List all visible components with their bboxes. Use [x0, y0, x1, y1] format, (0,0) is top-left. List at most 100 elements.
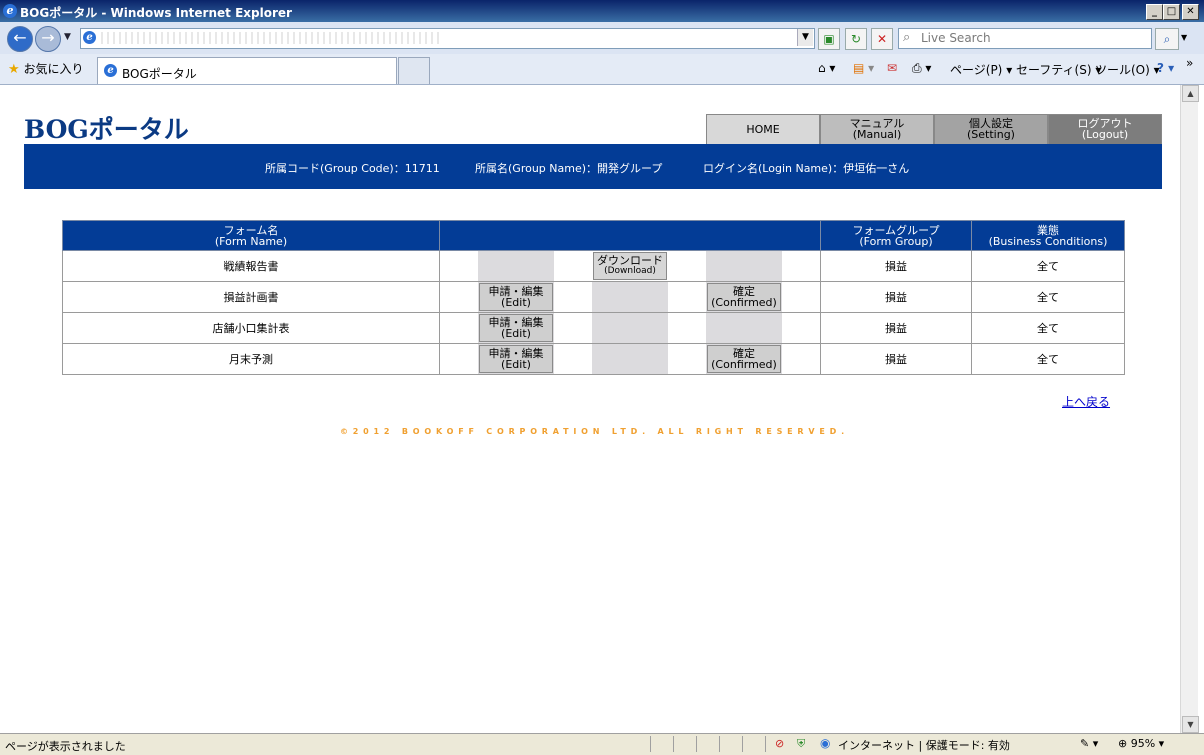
nav-setting[interactable]: 個人設定 (Setting) — [934, 114, 1048, 146]
nav-manual-sublabel: (Manual) — [852, 128, 902, 141]
form-group-cell: 損益 — [820, 281, 972, 313]
status-bar: ページが表示されました — [0, 733, 1204, 755]
table-row: 戦績報告書 ダウンロード (Download) 損益 全て — [62, 250, 1125, 282]
status-text: ページが表示されました — [5, 740, 126, 753]
nav-logout-sublabel: (Logout) — [1081, 128, 1129, 141]
vertical-scrollbar[interactable]: ▲ ▼ — [1180, 85, 1199, 733]
form-group-cell: 損益 — [820, 343, 972, 375]
site-logo[interactable]: BOGポータル — [24, 110, 189, 146]
address-bar[interactable]: e ▼ — [80, 28, 815, 49]
compat-view-icon[interactable]: ▣ — [818, 28, 840, 50]
user-info-band: 所属コード(Group Code)：11711 所属名(Group Name)：… — [24, 144, 1162, 189]
form-name-cell: 月末予測 — [62, 343, 440, 375]
address-text-redacted — [101, 32, 441, 44]
nav-logout[interactable]: ログアウト (Logout) — [1048, 114, 1162, 146]
mail-icon[interactable]: ✉ — [887, 61, 897, 75]
blocked-content-icon[interactable]: ⊘ — [775, 737, 784, 750]
favorites-button[interactable]: ★ お気に入り — [8, 60, 84, 77]
operations-cell: 申請・編集 (Edit) 確定 (Confirmed) — [439, 281, 821, 313]
search-input[interactable]: ⌕ Live Search — [898, 28, 1152, 49]
download-slot: ダウンロード (Download) — [592, 251, 668, 281]
header-form-group-label: フォームグループ — [852, 223, 940, 237]
group-name: 所属名(Group Name)：開発グループ — [475, 162, 663, 175]
security-icon[interactable]: ⛨ — [797, 737, 805, 751]
edit-slot: 申請・編集 (Edit) — [478, 313, 554, 343]
header-form-name-label: フォーム名 — [223, 223, 279, 237]
browser-tab[interactable]: e BOGポータル — [97, 57, 397, 84]
tools-menu-label: ツール(O) — [1095, 63, 1150, 77]
safety-menu[interactable]: セーフティ(S) ▾ — [1016, 61, 1101, 78]
tab-title: BOGポータル — [122, 67, 197, 81]
forward-button[interactable]: → — [35, 26, 61, 52]
tools-menu[interactable]: ツール(O) ▾ — [1095, 61, 1160, 78]
help-icon[interactable]: ? ▾ — [1157, 61, 1174, 75]
refresh-icon[interactable]: ↻ — [845, 28, 867, 50]
download-slot-empty — [592, 344, 668, 374]
business-cell: 全て — [971, 312, 1125, 344]
edit-button[interactable]: 申請・編集 (Edit) — [479, 345, 553, 373]
group-code: 所属コード(Group Code)：11711 — [265, 162, 440, 175]
print-icon[interactable]: ⎙ ▾ — [912, 61, 931, 76]
zone-text[interactable]: インターネット | 保護モード: 有効 — [838, 737, 1010, 753]
favorites-label: お気に入り — [23, 62, 84, 76]
confirm-button-sublabel: (Confirmed) — [711, 296, 777, 309]
header-operations — [439, 220, 821, 251]
nav-manual[interactable]: マニュアル (Manual) — [820, 114, 934, 146]
search-button[interactable]: ⌕ — [1155, 28, 1179, 50]
zoom-value: 95% — [1130, 737, 1156, 750]
header-form-name: フォーム名 (Form Name) — [62, 220, 440, 251]
address-dropdown-icon[interactable]: ▼ — [797, 29, 813, 46]
page-menu[interactable]: ページ(P) ▾ — [950, 61, 1012, 78]
table-row: 店舗小口集計表 申請・編集 (Edit) 損益 全て — [62, 312, 1125, 344]
form-name-cell: 戦績報告書 — [62, 250, 440, 282]
home-icon[interactable]: ⌂ ▾ — [818, 61, 835, 75]
download-slot-empty — [592, 282, 668, 312]
table-header-row: フォーム名 (Form Name) フォームグループ (Form Group) … — [62, 220, 1125, 251]
stop-icon[interactable]: ✕ — [871, 28, 893, 50]
internet-zone-icon: ◉ — [820, 736, 831, 750]
download-slot-empty — [592, 313, 668, 343]
scroll-down-icon[interactable]: ▼ — [1182, 716, 1199, 733]
nav-home[interactable]: HOME — [706, 114, 820, 146]
download-button-label: ダウンロード — [597, 254, 663, 267]
edit-button[interactable]: 申請・編集 (Edit) — [479, 283, 553, 311]
new-tab-button[interactable] — [398, 57, 430, 84]
back-button[interactable]: ← — [7, 26, 33, 52]
edit-button[interactable]: 申請・編集 (Edit) — [479, 314, 553, 342]
header-business-sublabel: (Business Conditions) — [988, 234, 1108, 248]
maximize-button[interactable]: □ — [1163, 4, 1180, 20]
back-to-top-link[interactable]: 上へ戻る — [1062, 393, 1110, 410]
edit-slot: 申請・編集 (Edit) — [478, 344, 554, 374]
minimize-button[interactable]: _ — [1146, 4, 1163, 20]
search-options-icon[interactable]: ▼ — [1181, 33, 1187, 42]
confirm-button[interactable]: 確定 (Confirmed) — [707, 345, 781, 373]
business-cell: 全て — [971, 281, 1125, 313]
history-dropdown-icon[interactable]: ▼ — [64, 32, 71, 42]
page-icon: e — [83, 31, 96, 44]
download-button-sublabel: (Download) — [604, 266, 656, 276]
confirm-button-sublabel: (Confirmed) — [711, 358, 777, 371]
safety-menu-label: セーフティ(S) — [1016, 63, 1092, 77]
edit-slot: 申請・編集 (Edit) — [478, 282, 554, 312]
confirm-slot: 確定 (Confirmed) — [706, 282, 782, 312]
edit-button-sublabel: (Edit) — [501, 327, 531, 340]
form-name-cell: 損益計画書 — [62, 281, 440, 313]
confirm-button[interactable]: 確定 (Confirmed) — [707, 283, 781, 311]
download-button[interactable]: ダウンロード (Download) — [593, 252, 667, 280]
form-group-cell: 損益 — [820, 250, 972, 282]
chevron-more-icon[interactable]: » — [1186, 56, 1193, 70]
window-title-bar[interactable]: e BOGポータル - Windows Internet Explorer _ … — [0, 0, 1204, 22]
edit-slot-empty — [478, 251, 554, 281]
scroll-up-icon[interactable]: ▲ — [1182, 85, 1199, 102]
nav-setting-sublabel: (Setting) — [967, 128, 1015, 141]
zoom-tool-icon[interactable]: ✎ ▾ — [1080, 737, 1098, 750]
close-window-button[interactable]: ✕ — [1182, 4, 1199, 20]
table-row: 損益計画書 申請・編集 (Edit) 確定 (Confirmed) 損益 全て — [62, 281, 1125, 313]
zoom-level[interactable]: ⊕ 95% ▾ — [1118, 737, 1164, 750]
confirm-slot: 確定 (Confirmed) — [706, 344, 782, 374]
feeds-icon[interactable]: ▤ ▾ — [853, 61, 874, 75]
status-segments — [650, 736, 771, 752]
edit-button-sublabel: (Edit) — [501, 358, 531, 371]
operations-cell: 申請・編集 (Edit) 確定 (Confirmed) — [439, 343, 821, 375]
copyright: ©2012 BOOKOFF CORPORATION LTD. ALL RIGHT… — [340, 427, 849, 436]
